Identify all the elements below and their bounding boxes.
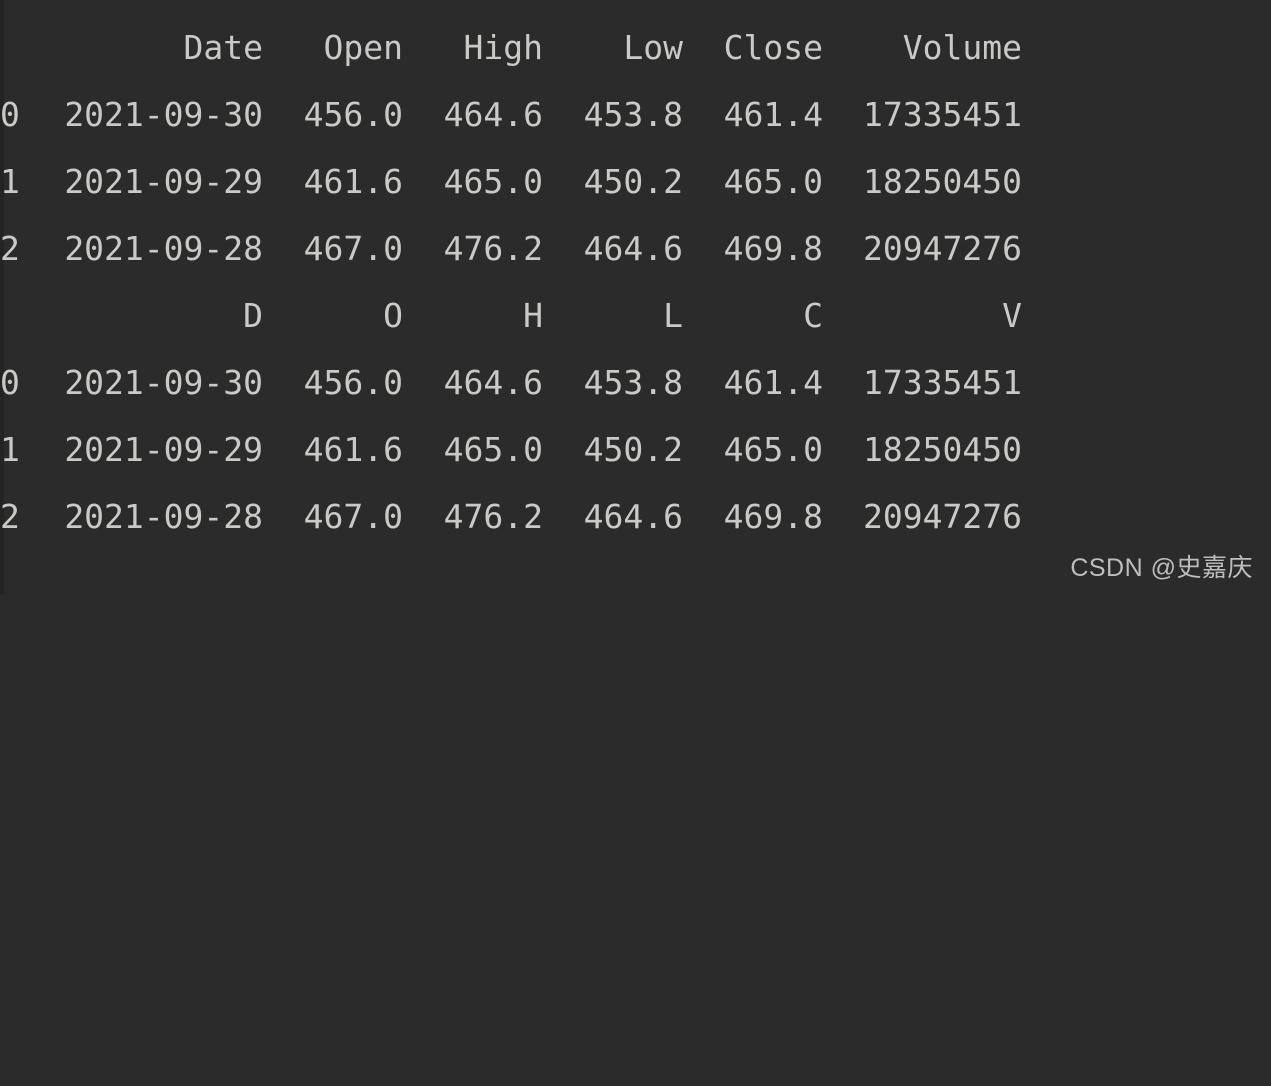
dataframe-block-renamed: D O H L C V 0 2021-09-30 456.0 464.6 453…: [0, 282, 1271, 550]
cell-volume: 18250450: [863, 162, 1022, 201]
cell-volume: 20947276: [863, 497, 1022, 536]
table-row: 2 2021-09-28 467.0 476.2 464.6 469.8 209…: [0, 215, 1271, 282]
cell-volume: 18250450: [863, 430, 1022, 469]
table-row: 0 2021-09-30 456.0 464.6 453.8 461.4 173…: [0, 349, 1271, 416]
table-header-row: D O H L C V: [0, 282, 1271, 349]
console-output-screen: Date Open High Low Close Volume 0 2021-0…: [0, 0, 1271, 594]
table-header-row: Date Open High Low Close Volume: [0, 14, 1271, 81]
table-row: 1 2021-09-29 461.6 465.0 450.2 465.0 182…: [0, 148, 1271, 215]
table-row: 2 2021-09-28 467.0 476.2 464.6 469.8 209…: [0, 483, 1271, 550]
cell-volume: 17335451: [863, 95, 1022, 134]
console-text-area: Date Open High Low Close Volume 0 2021-0…: [0, 0, 1271, 550]
cell-volume: 17335451: [863, 363, 1022, 402]
table-row: 0 2021-09-30 456.0 464.6 453.8 461.4 173…: [0, 81, 1271, 148]
csdn-watermark: CSDN @史嘉庆: [1070, 554, 1253, 582]
dataframe-block-original: Date Open High Low Close Volume 0 2021-0…: [0, 14, 1271, 282]
cell-volume: 20947276: [863, 229, 1022, 268]
column-header-volume: V: [1002, 296, 1022, 335]
column-header-volume: Volume: [902, 28, 1022, 67]
table-row: 1 2021-09-29 461.6 465.0 450.2 465.0 182…: [0, 416, 1271, 483]
